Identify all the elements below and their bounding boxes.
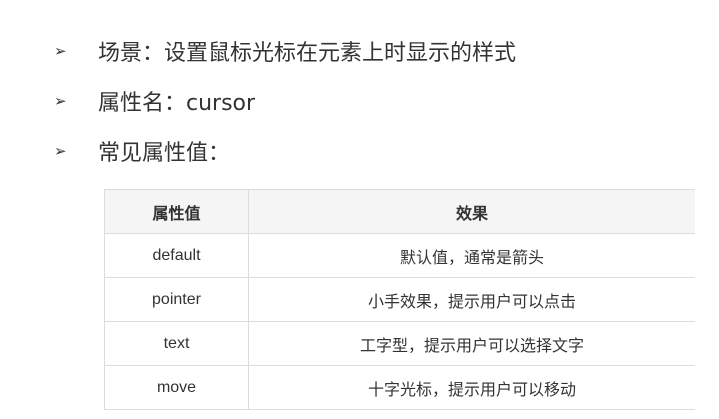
cell-value: text bbox=[104, 321, 249, 366]
table-row: default 默认值，通常是箭头 bbox=[104, 233, 695, 278]
bullet-item-common-values: ➢ 常见属性值： bbox=[54, 126, 694, 176]
cell-value: default bbox=[104, 233, 249, 278]
bullet-text: 属性名：cursor bbox=[98, 91, 256, 116]
cell-effect: 工字型，提示用户可以选择文字 bbox=[248, 321, 695, 366]
cell-value: pointer bbox=[104, 277, 249, 322]
table-row: pointer 小手效果，提示用户可以点击 bbox=[104, 277, 695, 322]
cursor-values-table: 属性值 效果 default 默认值，通常是箭头 pointer 小手效果，提示… bbox=[104, 189, 695, 410]
header-effect: 效果 bbox=[248, 189, 695, 234]
cell-effect: 小手效果，提示用户可以点击 bbox=[248, 277, 695, 322]
cell-value: move bbox=[104, 365, 249, 410]
bullet-item-scene: ➢ 场景：设置鼠标光标在元素上时显示的样式 bbox=[54, 26, 694, 76]
arrow-bullet-icon: ➢ bbox=[54, 92, 67, 110]
table-row: text 工字型，提示用户可以选择文字 bbox=[104, 321, 695, 366]
table-row: move 十字光标，提示用户可以移动 bbox=[104, 365, 695, 410]
header-property-value: 属性值 bbox=[104, 189, 249, 234]
bullet-text: 常见属性值： bbox=[98, 141, 231, 166]
arrow-bullet-icon: ➢ bbox=[54, 42, 67, 60]
arrow-bullet-icon: ➢ bbox=[54, 142, 67, 160]
bullet-list: ➢ 场景：设置鼠标光标在元素上时显示的样式 ➢ 属性名：cursor ➢ 常见属… bbox=[54, 26, 694, 176]
bullet-item-property-name: ➢ 属性名：cursor bbox=[54, 76, 694, 126]
cell-effect: 十字光标，提示用户可以移动 bbox=[248, 365, 695, 410]
cursor-values-table-container: 属性值 效果 default 默认值，通常是箭头 pointer 小手效果，提示… bbox=[104, 189, 695, 419]
table-header-row: 属性值 效果 bbox=[104, 189, 695, 234]
bullet-text: 场景：设置鼠标光标在元素上时显示的样式 bbox=[98, 41, 517, 66]
cell-effect: 默认值，通常是箭头 bbox=[248, 233, 695, 278]
